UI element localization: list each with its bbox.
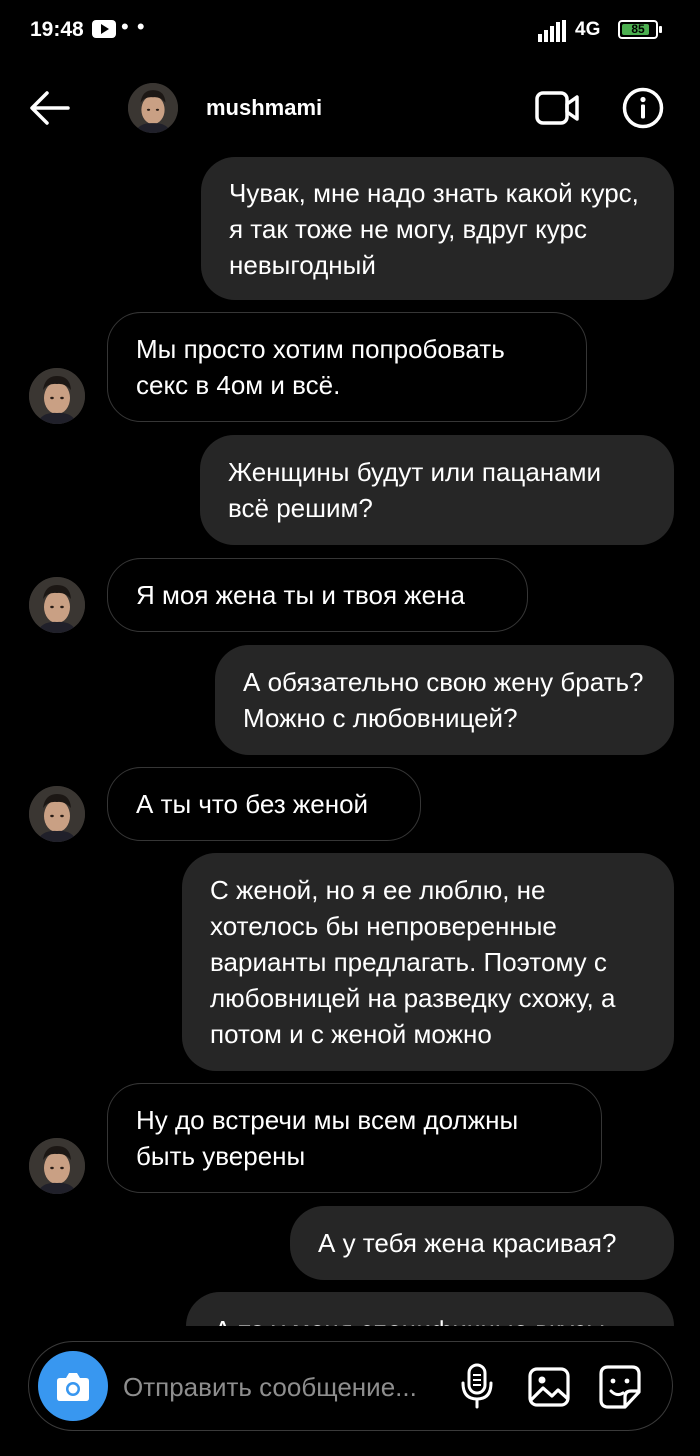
sender-avatar[interactable]: [29, 368, 85, 424]
message-text: А обязательно свою жену брать? Можно с л…: [243, 667, 644, 733]
sticker-icon[interactable]: [598, 1364, 642, 1410]
info-icon[interactable]: [622, 87, 664, 129]
chat-header: mushmami: [0, 62, 700, 152]
contact-username[interactable]: mushmami: [206, 95, 322, 121]
status-time: 19:48: [30, 18, 84, 41]
person-photo-icon: [29, 577, 85, 633]
back-arrow-icon[interactable]: [28, 88, 72, 128]
microphone-icon[interactable]: [459, 1363, 495, 1409]
message-bubble-incoming[interactable]: Ну до встречи мы всем должны быть уверен…: [107, 1083, 602, 1193]
partial-message-clip: А то у меня специфичные вкусы: [0, 1292, 700, 1326]
message-bubble-incoming[interactable]: Мы просто хотим попробовать секс в 4ом и…: [107, 312, 587, 422]
sender-avatar[interactable]: [29, 577, 85, 633]
contact-avatar[interactable]: [128, 83, 178, 133]
battery-icon: 85: [618, 20, 662, 39]
sender-avatar[interactable]: [29, 1138, 85, 1194]
battery-level: 85: [631, 22, 645, 36]
message-text: А ты что без женой: [136, 789, 369, 819]
message-bubble-outgoing[interactable]: А то у меня специфичные вкусы: [186, 1292, 674, 1326]
message-bubble-incoming[interactable]: Я моя жена ты и твоя жена: [107, 558, 528, 632]
message-bubble-outgoing[interactable]: Чувак, мне надо знать какой курс, я так …: [201, 157, 674, 300]
message-text: Мы просто хотим попробовать секс в 4ом и…: [136, 334, 505, 400]
message-text: Чувак, мне надо знать какой курс, я так …: [229, 177, 639, 280]
message-composer: [28, 1341, 673, 1431]
message-input[interactable]: [121, 1362, 455, 1412]
video-call-icon[interactable]: [534, 88, 580, 128]
message-text: Женщины будут или пацанами всё решим?: [228, 457, 602, 523]
signal-icon: [538, 20, 566, 42]
gallery-icon[interactable]: [527, 1366, 571, 1408]
message-text: А то у меня специфичные вкусы: [214, 1312, 605, 1326]
person-photo-icon: [128, 83, 178, 133]
message-text: Ну до встречи мы всем должны быть уверен…: [136, 1105, 519, 1171]
message-bubble-outgoing[interactable]: А обязательно свою жену брать? Можно с л…: [215, 645, 674, 755]
network-type: 4G: [575, 19, 601, 40]
youtube-notification-icon: [92, 20, 116, 38]
person-photo-icon: [29, 1138, 85, 1194]
message-text: Я моя жена ты и твоя жена: [136, 580, 465, 610]
camera-button[interactable]: [38, 1351, 108, 1421]
message-text: С женой, но я ее люблю, не хотелось бы н…: [210, 875, 616, 1049]
notification-dots: • •: [121, 14, 146, 39]
sender-avatar[interactable]: [29, 786, 85, 842]
status-bar: 19:48 • • 4G 85: [0, 0, 700, 62]
person-photo-icon: [29, 368, 85, 424]
message-bubble-incoming[interactable]: А ты что без женой: [107, 767, 421, 841]
person-photo-icon: [29, 786, 85, 842]
message-bubble-outgoing[interactable]: С женой, но я ее люблю, не хотелось бы н…: [182, 853, 674, 1071]
message-text: А у тебя жена красивая?: [318, 1228, 617, 1258]
camera-icon: [57, 1373, 89, 1401]
message-bubble-outgoing[interactable]: А у тебя жена красивая?: [290, 1206, 674, 1280]
message-bubble-outgoing[interactable]: Женщины будут или пацанами всё решим?: [200, 435, 674, 545]
